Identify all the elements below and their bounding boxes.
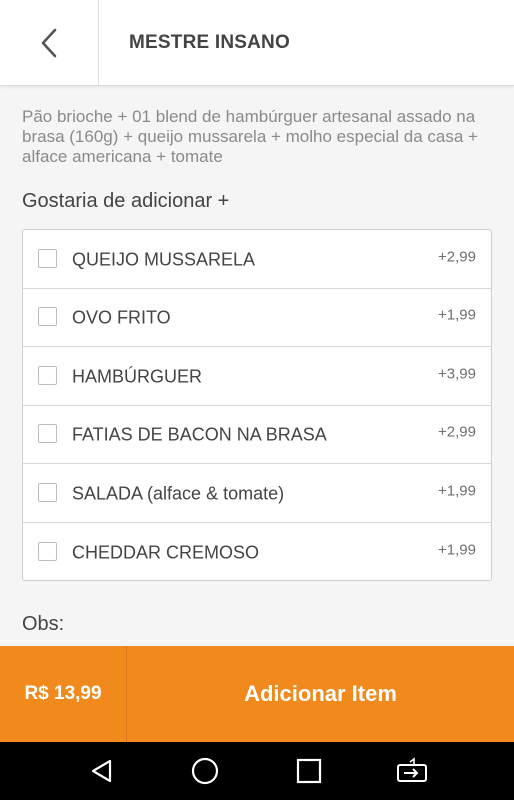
square-recents-icon — [296, 758, 321, 784]
product-description: Pão brioche + 01 blend de hambúrguer art… — [22, 107, 478, 166]
total-price: R$ 13,99 — [0, 646, 127, 742]
addon-option[interactable]: QUEIJO MUSSARELA +2,99 — [23, 230, 491, 289]
addon-label: FATIAS DE BACON NA BRASA — [72, 424, 327, 445]
addon-price: +1,99 — [438, 541, 476, 559]
product-details: Pão brioche + 01 blend de hambúrguer art… — [0, 87, 514, 646]
addon-checkbox[interactable] — [38, 248, 57, 268]
addon-option[interactable]: HAMBÚRGUER +3,99 — [23, 347, 491, 406]
nav-recents-button[interactable] — [289, 751, 329, 791]
system-nav-bar — [0, 742, 514, 800]
nav-rotate-button[interactable] — [392, 751, 432, 791]
addon-price: +1,99 — [438, 482, 476, 500]
addon-price: +2,99 — [438, 248, 476, 266]
addon-price: +2,99 — [438, 423, 476, 441]
chevron-left-icon — [41, 28, 57, 57]
addon-label: HAMBÚRGUER — [72, 366, 203, 387]
obs-label: Obs: — [22, 613, 65, 635]
nav-home-button[interactable] — [185, 751, 225, 791]
addon-option[interactable]: CHEDDAR CREMOSO +1,99 — [23, 523, 491, 582]
addon-checkbox[interactable] — [38, 541, 57, 561]
addon-label: SALADA (alface & tomate) — [72, 483, 285, 504]
nav-back-button[interactable] — [82, 751, 122, 791]
page-title: MESTRE INSANO — [129, 31, 290, 53]
circle-home-icon — [192, 757, 219, 785]
screen-rotate-icon — [397, 757, 428, 782]
addon-checkbox[interactable] — [38, 307, 57, 327]
addon-price: +1,99 — [438, 306, 476, 324]
app-header: MESTRE INSANO — [0, 0, 514, 86]
addon-option[interactable]: OVO FRITO +1,99 — [23, 289, 491, 347]
addon-checkbox[interactable] — [38, 482, 57, 502]
addons-list: QUEIJO MUSSARELA +2,99 OVO FRITO +1,99 H… — [22, 229, 492, 581]
add-item-button[interactable]: Adicionar Item — [127, 646, 514, 742]
triangle-back-icon — [91, 759, 111, 783]
back-button[interactable] — [0, 0, 99, 86]
addon-label: OVO FRITO — [72, 307, 171, 328]
addon-label: QUEIJO MUSSARELA — [72, 249, 256, 270]
addon-checkbox[interactable] — [38, 424, 57, 444]
addons-title: Gostaria de adicionar + — [22, 190, 230, 212]
addon-option[interactable]: FATIAS DE BACON NA BRASA +2,99 — [23, 406, 491, 464]
addon-checkbox[interactable] — [38, 365, 57, 385]
addon-option[interactable]: SALADA (alface & tomate) +1,99 — [23, 464, 491, 523]
order-bar: R$ 13,99 Adicionar Item — [0, 646, 514, 742]
addon-price: +3,99 — [438, 365, 476, 383]
addon-label: CHEDDAR CREMOSO — [72, 542, 260, 563]
